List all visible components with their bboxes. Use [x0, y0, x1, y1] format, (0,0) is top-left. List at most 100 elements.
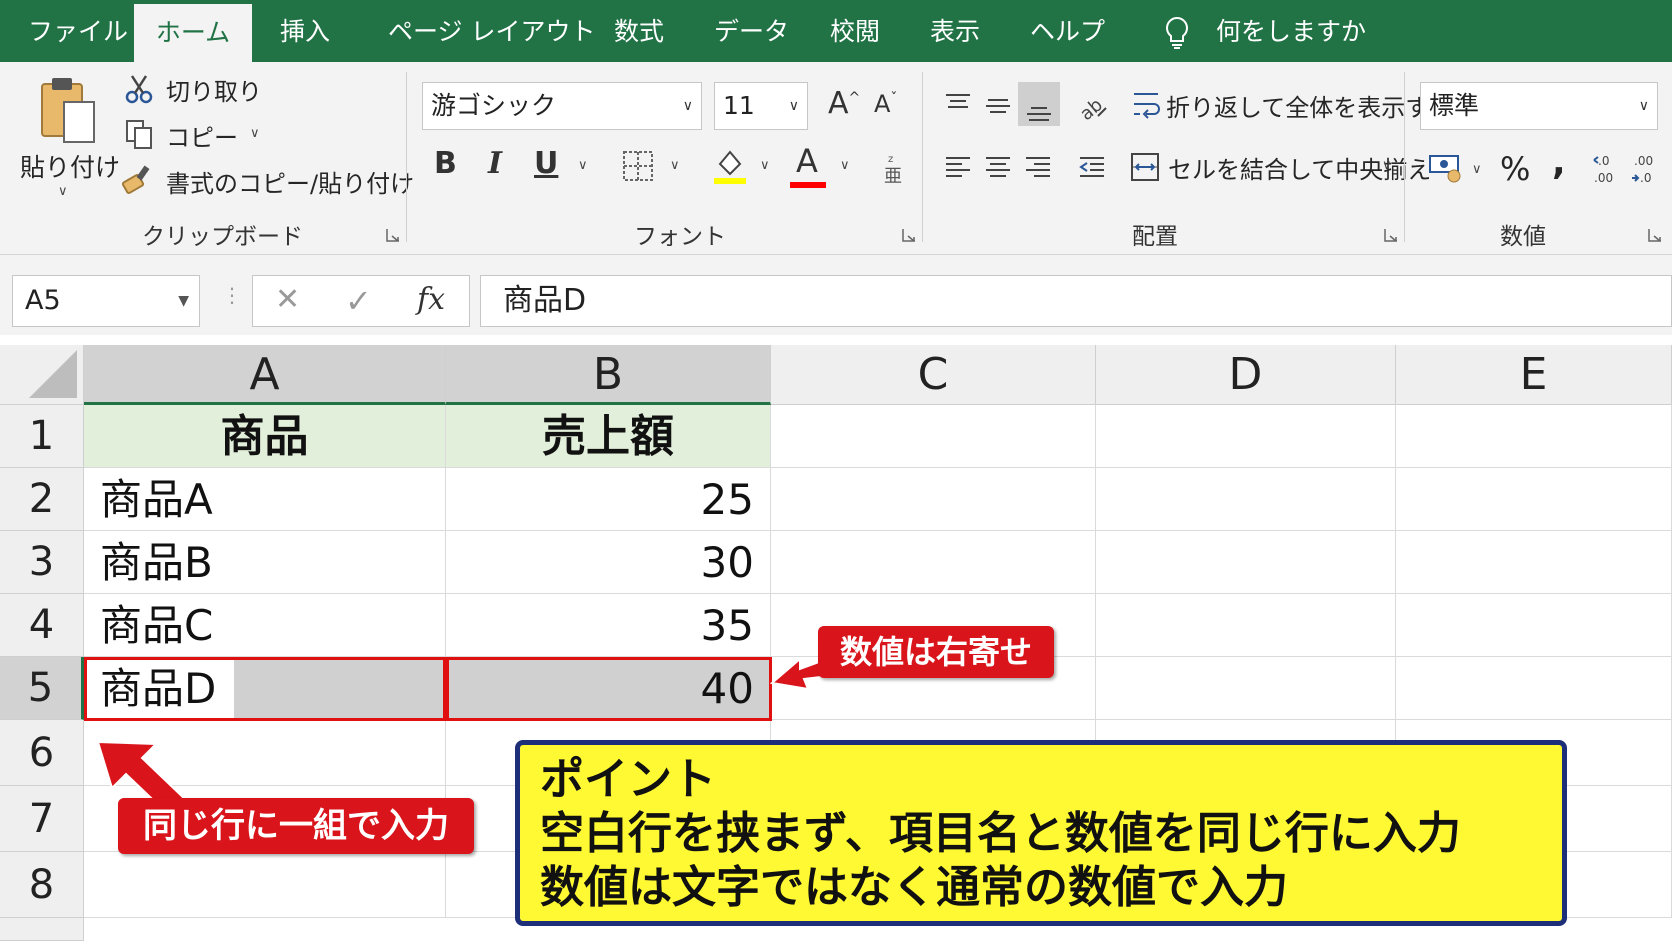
cell-e5[interactable]	[1396, 657, 1672, 720]
font-size-combobox[interactable]: 11 ∨	[714, 82, 808, 130]
shrink-font-button[interactable]: Aˇ	[874, 90, 897, 118]
percent-style-button[interactable]: %	[1500, 150, 1530, 188]
tell-me-search[interactable]: 何をしますか	[1216, 0, 1366, 62]
cell-d2[interactable]	[1096, 468, 1396, 531]
font-name-combobox[interactable]: 游ゴシック ∨	[422, 82, 702, 130]
tab-file[interactable]: ファイル	[28, 0, 128, 62]
currency-dropdown-icon[interactable]: ∨	[1472, 162, 1482, 177]
tab-data[interactable]: データ	[714, 0, 789, 62]
cell-e4[interactable]	[1396, 594, 1672, 657]
grip-icon[interactable]: ⋮	[222, 283, 242, 307]
cell-c3[interactable]	[771, 531, 1096, 594]
font-launcher-icon[interactable]	[902, 228, 916, 242]
row-header-7[interactable]: 7	[0, 786, 84, 852]
cell-a5-active[interactable]: 商品D	[84, 657, 446, 720]
cell-d4[interactable]	[1096, 594, 1396, 657]
increase-decimal-icon[interactable]: .0.00	[1592, 152, 1624, 186]
decrease-indent-icon[interactable]	[1078, 154, 1106, 180]
row-header-9[interactable]	[0, 918, 84, 941]
underline-dropdown-icon[interactable]: ∨	[578, 158, 588, 173]
merge-center-button[interactable]: セルを結合して中央揃え	[1168, 150, 1431, 185]
cell-a4[interactable]: 商品C	[84, 594, 446, 657]
comma-style-button[interactable]: ,	[1552, 142, 1566, 183]
align-right-icon[interactable]	[1024, 154, 1052, 180]
number-format-combobox[interactable]: 標準 ∨	[1420, 82, 1658, 130]
enter-icon[interactable]: ✓	[345, 282, 372, 320]
cut-button[interactable]: 切り取り	[166, 72, 262, 107]
cell-e3[interactable]	[1396, 531, 1672, 594]
row-header-4[interactable]: 4	[0, 594, 84, 657]
italic-button[interactable]: I	[488, 146, 502, 181]
phonetic-guide-icon[interactable]: z 亜	[882, 150, 906, 186]
fill-color-dropdown-icon[interactable]: ∨	[760, 158, 770, 173]
row-header-1[interactable]: 1	[0, 405, 84, 468]
borders-icon[interactable]	[622, 150, 654, 182]
column-header-b[interactable]: B	[446, 345, 771, 405]
align-middle-icon[interactable]	[984, 92, 1012, 118]
column-header-d[interactable]: D	[1096, 345, 1396, 405]
tab-view[interactable]: 表示	[930, 0, 980, 62]
format-painter-button[interactable]: 書式のコピー/貼り付け	[166, 164, 414, 199]
cell-a3[interactable]: 商品B	[84, 531, 446, 594]
tab-insert[interactable]: 挿入	[280, 0, 330, 62]
number-launcher-icon[interactable]	[1648, 228, 1662, 242]
formula-input[interactable]: 商品D	[480, 275, 1672, 327]
paste-icon[interactable]	[36, 74, 100, 146]
row-header-6[interactable]: 6	[0, 720, 84, 786]
column-header-c[interactable]: C	[771, 345, 1096, 405]
decrease-decimal-icon[interactable]: .00.0	[1630, 152, 1662, 186]
underline-button[interactable]: U	[534, 146, 558, 181]
alignment-launcher-icon[interactable]	[1384, 228, 1398, 242]
insert-function-icon[interactable]: fx	[417, 282, 445, 317]
cell-c2[interactable]	[771, 468, 1096, 531]
select-all-corner[interactable]	[0, 345, 84, 405]
paste-button[interactable]: 貼り付け	[20, 148, 120, 184]
align-top-icon[interactable]	[944, 92, 972, 118]
cell-b5[interactable]: 40	[446, 657, 771, 720]
cell-e2[interactable]	[1396, 468, 1672, 531]
merge-center-dropdown-icon[interactable]: ∨	[1382, 158, 1392, 173]
font-color-dropdown-icon[interactable]: ∨	[840, 158, 850, 173]
paste-dropdown-icon[interactable]: ∨	[58, 184, 68, 199]
cell-a2[interactable]: 商品A	[84, 468, 446, 531]
copy-dropdown-icon[interactable]: ∨	[250, 126, 260, 141]
orientation-icon[interactable]: ab	[1076, 90, 1108, 122]
cell-b3[interactable]: 30	[446, 531, 771, 594]
tab-formulas[interactable]: 数式	[614, 0, 664, 62]
font-color-button[interactable]: A	[796, 142, 818, 180]
row-header-3[interactable]: 3	[0, 531, 84, 594]
tab-home[interactable]: ホーム	[134, 4, 252, 62]
tab-review[interactable]: 校閲	[830, 0, 880, 62]
currency-format-icon[interactable]	[1428, 152, 1464, 184]
bold-button[interactable]: B	[434, 146, 457, 181]
column-header-e[interactable]: E	[1396, 345, 1672, 405]
column-header-a[interactable]: A	[84, 345, 446, 405]
cell-a8[interactable]	[84, 852, 446, 918]
row-header-2[interactable]: 2	[0, 468, 84, 531]
row-header-8[interactable]: 8	[0, 852, 84, 918]
fill-color-icon[interactable]	[712, 146, 748, 186]
align-center-icon[interactable]	[984, 154, 1012, 180]
cell-d5[interactable]	[1096, 657, 1396, 720]
grow-font-button[interactable]: A^	[828, 86, 860, 121]
cell-e1[interactable]	[1396, 405, 1672, 468]
cancel-icon[interactable]: ✕	[275, 282, 300, 317]
cell-c1[interactable]	[771, 405, 1096, 468]
align-left-icon[interactable]	[944, 154, 972, 180]
copy-button[interactable]: コピー	[166, 118, 238, 153]
clipboard-launcher-icon[interactable]	[386, 228, 400, 242]
cell-b4[interactable]: 35	[446, 594, 771, 657]
name-box-value: A5	[25, 285, 61, 316]
cell-b1[interactable]: 売上額	[446, 405, 771, 468]
cell-b2[interactable]: 25	[446, 468, 771, 531]
wrap-text-button[interactable]: 折り返して全体を表示する	[1166, 88, 1453, 123]
name-box[interactable]: A5 ▼	[12, 275, 200, 327]
cell-a1[interactable]: 商品	[84, 405, 446, 468]
tab-help[interactable]: ヘルプ	[1030, 0, 1105, 62]
tab-page-layout[interactable]: ページ レイアウト	[388, 0, 595, 62]
cell-d3[interactable]	[1096, 531, 1396, 594]
cell-d1[interactable]	[1096, 405, 1396, 468]
row-header-5[interactable]: 5	[0, 657, 84, 720]
borders-dropdown-icon[interactable]: ∨	[670, 158, 680, 173]
font-name-value: 游ゴシック	[431, 91, 557, 120]
